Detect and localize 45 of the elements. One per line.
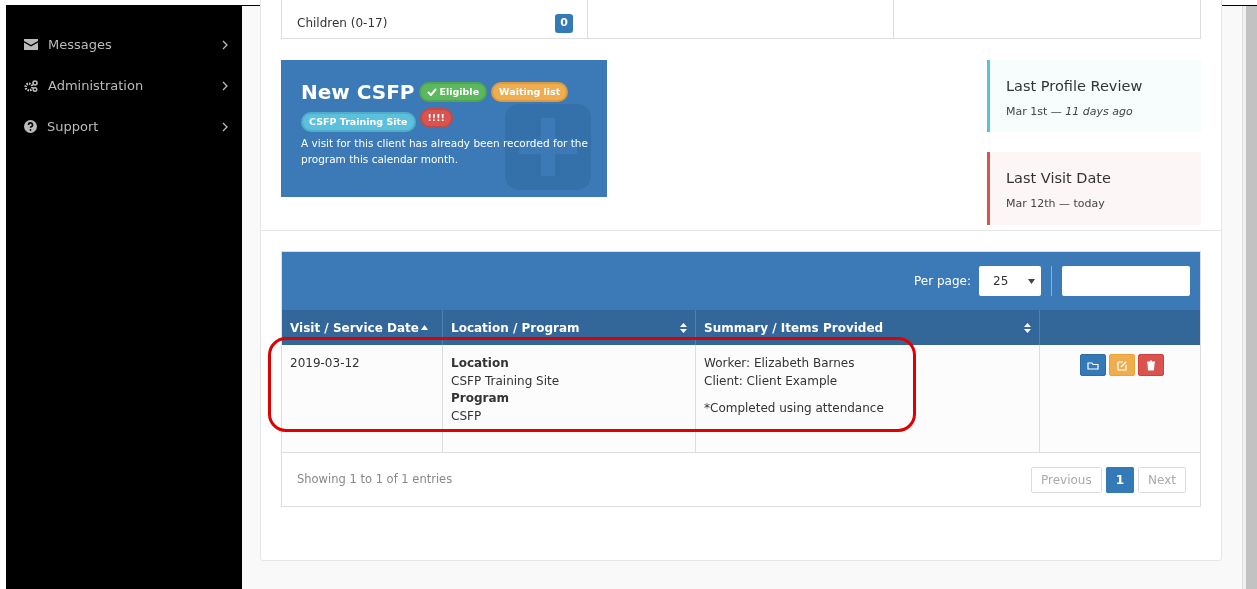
callout-title: Last Visit Date bbox=[1006, 169, 1112, 189]
gears-icon bbox=[24, 79, 38, 92]
callout-title: Last Profile Review bbox=[1006, 77, 1144, 96]
column-header[interactable]: Summary / Items Provided bbox=[696, 310, 1040, 345]
table-cell-text: Client: Client Example bbox=[704, 372, 839, 390]
status-badge: CSFP Training Site bbox=[301, 112, 416, 133]
callout-date: Mar 1st — 11 days ago bbox=[1006, 103, 1134, 120]
delete-button[interactable] bbox=[1137, 354, 1164, 376]
entries-info: Showing 1 to 1 of 1 entries bbox=[297, 470, 453, 488]
page-button: Next bbox=[1138, 466, 1186, 493]
scrollbar[interactable] bbox=[1242, 6, 1257, 589]
column-header[interactable]: Location / Program bbox=[443, 310, 696, 345]
page-button[interactable]: 1 bbox=[1105, 466, 1135, 493]
table-cell-text: Worker: Elizabeth Barnes bbox=[704, 355, 856, 372]
alert-message: A visit for this client has already been recorded for the program this calendar month. bbox=[301, 136, 589, 168]
sort-ascending-icon bbox=[421, 325, 428, 330]
sidebar-item[interactable]: Support bbox=[6, 106, 242, 147]
chevron-right-icon bbox=[222, 121, 228, 132]
sort-icon bbox=[1024, 322, 1031, 333]
scrollbar-thumb[interactable] bbox=[1246, 6, 1257, 589]
chevron-right-icon bbox=[222, 39, 228, 50]
status-badge: !!!! bbox=[419, 108, 453, 129]
column-header[interactable]: Visit / Service Date bbox=[282, 310, 443, 345]
page-button: Previous bbox=[1030, 466, 1102, 493]
status-badge: Eligible bbox=[418, 81, 488, 103]
caret-down-icon bbox=[1028, 278, 1035, 284]
sidebar-item[interactable]: Administration bbox=[6, 65, 242, 106]
open-button[interactable] bbox=[1079, 354, 1106, 376]
table-cell-text: Children (0-17) bbox=[297, 15, 388, 32]
chevron-right-icon bbox=[222, 80, 228, 91]
card-title: New CSFP bbox=[301, 80, 415, 104]
count-badge: 0 bbox=[555, 14, 573, 33]
search-field[interactable] bbox=[1062, 266, 1190, 296]
sort-icon bbox=[680, 322, 687, 333]
sidebar-item[interactable]: Messages bbox=[6, 24, 242, 65]
per-page-label: Per page: bbox=[914, 273, 971, 290]
callout-date: Mar 12th — today bbox=[1006, 196, 1106, 212]
trash-icon bbox=[1144, 359, 1157, 371]
per-page-select[interactable]: 25 bbox=[979, 266, 1041, 296]
help-icon bbox=[24, 120, 37, 133]
edit-icon bbox=[1115, 359, 1128, 371]
status-badge: Waiting list bbox=[491, 81, 569, 103]
envelope-icon bbox=[24, 39, 38, 50]
folder-icon bbox=[1086, 359, 1099, 371]
table-cell-text: *Completed using attendance bbox=[704, 400, 885, 417]
